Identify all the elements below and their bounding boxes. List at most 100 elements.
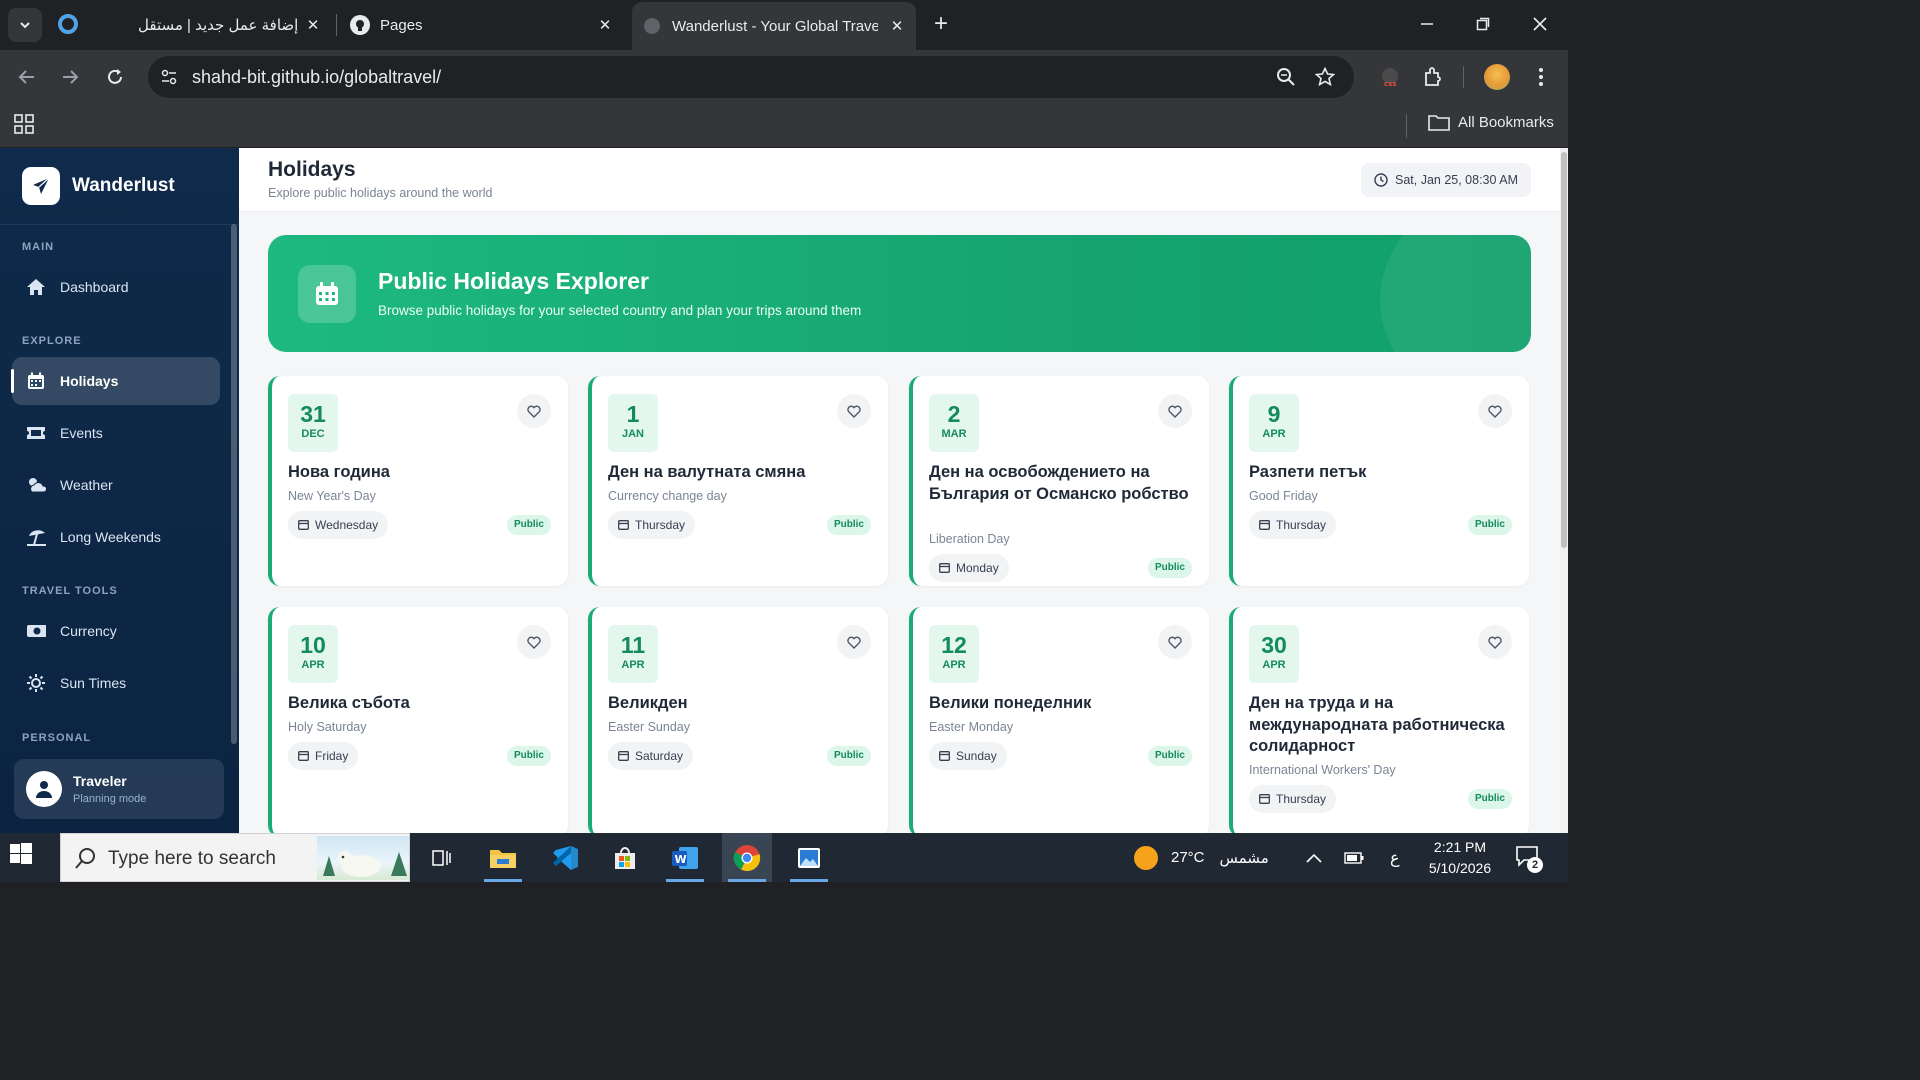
favorite-button[interactable] (837, 625, 871, 659)
tab-pages[interactable]: Pages ✕ (340, 4, 624, 46)
holiday-card[interactable]: 1 JAN Ден на валутната смяна Currency chang… (588, 376, 888, 586)
holiday-card[interactable]: 31 DEC Нова година New Year's Day Wednesday P… (268, 376, 568, 586)
zoom-icon[interactable] (1275, 66, 1297, 88)
favorite-button[interactable] (1478, 394, 1512, 428)
forward-button[interactable] (56, 63, 84, 91)
holiday-type-badge: Public (1467, 514, 1512, 535)
microsoft-store-button[interactable] (600, 833, 650, 882)
sidebar-item-dashboard[interactable]: Dashboard (12, 263, 220, 311)
show-hidden-icons-button[interactable] (1306, 833, 1322, 882)
weekday-pill: Thursday (1249, 510, 1337, 539)
sidebar-item-holidays[interactable]: Holidays (11, 357, 220, 405)
holiday-card[interactable]: 9 APR Разпети петък Good Friday Thursday Publ… (1229, 376, 1529, 586)
sidebar-item-events[interactable]: Events (12, 409, 220, 457)
chrome-button[interactable] (722, 833, 772, 882)
word-button[interactable]: W (660, 833, 710, 882)
weekday-pill: Wednesday (288, 510, 389, 539)
photos-button[interactable] (784, 833, 834, 882)
store-icon (615, 846, 635, 869)
apps-grid-icon[interactable] (14, 114, 34, 139)
page-title: Holidays (268, 158, 356, 181)
clock[interactable]: 2:21 PM 5/10/2026 (1420, 837, 1500, 879)
favorite-button[interactable] (837, 394, 871, 428)
holiday-day: 30 (1261, 632, 1287, 658)
favorite-button[interactable] (1158, 625, 1192, 659)
css-extension-icon[interactable]: css (1377, 64, 1403, 90)
favorite-button[interactable] (517, 394, 551, 428)
bookmarks-bar: All Bookmarks (0, 104, 1568, 148)
file-explorer-button[interactable] (478, 833, 528, 882)
holiday-month: APR (621, 659, 645, 671)
close-tab-icon[interactable]: ✕ (596, 16, 614, 34)
chevron-up-icon (1306, 853, 1322, 863)
calendar-icon (26, 371, 46, 391)
task-view-icon (432, 849, 451, 866)
battery-icon[interactable] (1344, 833, 1364, 882)
sidebar-item-currency[interactable]: Currency (12, 607, 220, 655)
weather-widget[interactable]: 27°C مشمس (1134, 833, 1269, 882)
holiday-month: DEC (301, 428, 325, 440)
restore-button[interactable] (1471, 12, 1495, 36)
temperature: 27°C (1171, 849, 1205, 866)
section-label-personal: PERSONAL (22, 732, 92, 744)
star-icon[interactable] (1314, 66, 1336, 88)
taskbar-search[interactable]: Type here to search (60, 833, 410, 882)
tab-search-button[interactable] (8, 8, 42, 42)
user-name: Traveler (73, 773, 127, 789)
new-tab-button[interactable]: + (928, 12, 954, 38)
date-badge: 30 APR (1249, 625, 1299, 683)
notifications-button[interactable]: 2 (1515, 845, 1545, 873)
sidebar-item-long-weekends[interactable]: Long Weekends (12, 513, 220, 561)
close-tab-icon[interactable]: ✕ (304, 16, 322, 34)
arrow-left-icon (18, 70, 34, 84)
weekday-pill: Sunday (929, 741, 1007, 770)
toolbar-separator (1463, 66, 1464, 88)
holiday-name: International Workers' Day (1249, 762, 1396, 777)
address-bar[interactable]: shahd-bit.github.io/globaltravel/ (148, 56, 1354, 98)
sidebar-item-label: Events (60, 425, 103, 441)
sidebar-item-label: Currency (60, 623, 117, 639)
cloud-sun-icon (26, 475, 46, 495)
brand[interactable]: Wanderlust (22, 167, 175, 205)
url-text[interactable]: shahd-bit.github.io/globaltravel/ (192, 67, 441, 88)
holiday-card[interactable]: 30 APR Ден на труда и на международната ра… (1229, 607, 1529, 833)
holiday-card[interactable]: 12 APR Велики понеделник Easter Monday Sunda… (909, 607, 1209, 833)
windows-start-button[interactable] (10, 843, 32, 870)
task-view-button[interactable] (416, 833, 466, 882)
close-window-button[interactable] (1528, 12, 1552, 36)
language-indicator[interactable]: ع (1390, 833, 1400, 882)
sidebar-item-weather[interactable]: Weather (12, 461, 220, 509)
favorite-button[interactable] (517, 625, 551, 659)
back-button[interactable] (13, 63, 41, 91)
sidebar-scrollbar[interactable] (231, 224, 237, 744)
extension-circle-icon[interactable] (58, 14, 78, 34)
holiday-card[interactable]: 11 APR Великден Easter Sunday Saturday Public (588, 607, 888, 833)
holiday-name: Easter Sunday (608, 719, 690, 734)
site-info-icon[interactable] (158, 66, 180, 88)
brand-name: Wanderlust (72, 175, 175, 196)
user-card[interactable]: Traveler Planning mode (14, 759, 224, 819)
sidebar-item-sun-times[interactable]: Sun Times (12, 659, 220, 707)
minimize-button[interactable] (1415, 12, 1439, 36)
profile-avatar[interactable] (1484, 64, 1510, 90)
datetime-badge: Sat, Jan 25, 08:30 AM (1361, 163, 1531, 197)
reload-button[interactable] (101, 63, 129, 91)
extensions-icon[interactable] (1420, 64, 1446, 90)
holiday-month: MAR (941, 428, 967, 440)
browser-toolbar: shahd-bit.github.io/globaltravel/ css (0, 50, 1568, 104)
page-scrollbar-thumb[interactable] (1561, 152, 1567, 548)
holiday-card[interactable]: 10 APR Велика събота Holy Saturday Friday Pub… (268, 607, 568, 833)
menu-dots-icon[interactable] (1528, 64, 1554, 90)
holiday-day: 10 (300, 632, 326, 658)
holiday-month: APR (1262, 428, 1286, 440)
all-bookmarks-button[interactable]: All Bookmarks (1428, 113, 1554, 131)
favorite-button[interactable] (1158, 394, 1192, 428)
close-tab-icon[interactable]: ✕ (888, 17, 906, 35)
tab-mostaql[interactable]: إضافة عمل جديد | مستقل ✕ (100, 4, 332, 46)
vscode-button[interactable] (540, 833, 590, 882)
tab-wanderlust[interactable]: Wanderlust - Your Global Travel ✕ (632, 2, 916, 50)
calendar-icon (939, 563, 950, 573)
holiday-card[interactable]: 2 MAR Ден на освобождението на България от… (909, 376, 1209, 586)
heart-icon (1488, 636, 1502, 649)
favorite-button[interactable] (1478, 625, 1512, 659)
